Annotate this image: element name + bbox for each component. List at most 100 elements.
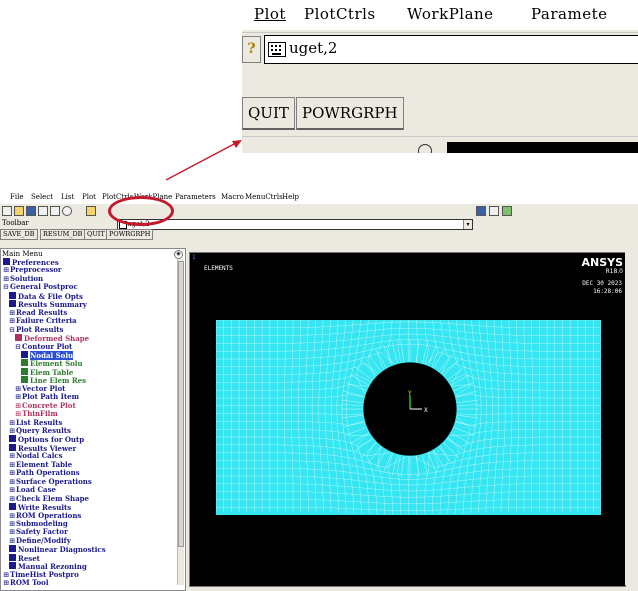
expand-icon: ⊞ <box>9 536 15 545</box>
capture-icon[interactable] <box>62 206 72 216</box>
expand-icon: ⊞ <box>3 570 9 579</box>
expand-icon: ⊞ <box>9 519 15 528</box>
finite-element-mesh <box>216 320 601 515</box>
pan-zoom-icon[interactable] <box>38 206 48 216</box>
menu-box-icon <box>9 300 16 308</box>
keyboard-icon <box>268 42 286 57</box>
menu-plot[interactable]: Plot <box>82 193 96 201</box>
menu-box-icon <box>9 503 16 511</box>
menu-help[interactable]: Help <box>282 193 299 201</box>
expand-icon: ⊞ <box>9 494 15 503</box>
main-menu-item[interactable]: ⊟Plot Results <box>9 324 64 334</box>
scrollbar-thumb[interactable] <box>178 261 184 547</box>
collapse-icon <box>418 144 432 153</box>
highlight-ring <box>108 196 174 226</box>
zoomed-inset: Plot PlotCtrls WorkPlane Paramete ? uget… <box>242 0 638 153</box>
main-menu-item-label: General Postproc <box>10 282 78 292</box>
help-icon[interactable]: ? <box>242 36 261 63</box>
menu-list[interactable]: List <box>61 193 74 201</box>
raise-hidden-icon[interactable] <box>476 206 486 216</box>
menu-menuctrls[interactable]: MenuCtrls <box>245 193 283 201</box>
zoom-menu-parameters[interactable]: Paramete <box>531 5 607 23</box>
expand-icon: ⊞ <box>9 511 15 520</box>
contact-manager-icon[interactable] <box>502 206 512 216</box>
powrgrph-button[interactable]: POWRGRPH <box>106 229 154 240</box>
menu-parameters[interactable]: Parameters <box>175 193 216 201</box>
menu-select[interactable]: Select <box>31 193 53 201</box>
icon-toolbar: uget,2 ▾ <box>0 204 638 230</box>
command-input[interactable]: uget,2 ▾ <box>117 219 473 230</box>
menu-box-icon <box>9 291 16 299</box>
menu-box-icon <box>21 350 28 358</box>
menu-file[interactable]: File <box>10 193 23 201</box>
menu-box-icon <box>21 376 28 384</box>
collapse-icon[interactable]: ◉ <box>174 250 183 259</box>
menu-box-icon <box>15 334 22 342</box>
expand-icon: ⊞ <box>9 486 15 495</box>
window-number: 1 <box>192 254 196 261</box>
print-icon[interactable] <box>50 206 60 216</box>
open-folder-icon[interactable] <box>14 206 24 216</box>
expand-icon: ⊞ <box>9 460 15 469</box>
graphics-window[interactable]: 1 ELEMENTS ANSYS R18.0 DEC 30 2023 16:28… <box>189 252 626 587</box>
pointer-arrow-icon <box>165 140 242 181</box>
collapse-icon: ⊟ <box>3 283 9 292</box>
menu-box-icon <box>9 545 16 553</box>
main-menu-item[interactable]: ⊟General Postproc <box>3 282 78 292</box>
expand-icon: ⊞ <box>3 274 9 283</box>
collapse-icon: ⊟ <box>15 342 21 351</box>
main-menu-title: Main Menu <box>2 250 43 258</box>
main-menu-item-label: ROM Tool <box>10 578 49 588</box>
menu-macro[interactable]: Macro <box>221 193 244 201</box>
release-label: R18.0 <box>605 268 623 275</box>
zoom-menu-plot[interactable]: Plot <box>254 5 286 23</box>
expand-icon: ⊞ <box>9 308 15 317</box>
expand-icon: ⊞ <box>9 418 15 427</box>
help-icon[interactable] <box>86 206 96 216</box>
expand-icon: ⊞ <box>9 317 15 326</box>
menu-box-icon <box>9 562 16 570</box>
resum-db-button[interactable]: RESUM_DB <box>40 229 86 240</box>
main-menu-item-label: Check Elem Shape <box>16 493 89 503</box>
zoom-command-row: ? uget,2 <box>242 32 638 65</box>
new-file-icon[interactable] <box>2 206 12 216</box>
expand-icon: ⊞ <box>3 579 9 588</box>
zoom-menubar: Plot PlotCtrls WorkPlane Paramete <box>242 0 638 30</box>
menu-box-icon <box>9 553 16 561</box>
main-menu-item-label: Plot Results <box>16 324 64 334</box>
save-db-button[interactable]: SAVE_DB <box>0 229 38 240</box>
expand-icon: ⊞ <box>15 393 21 402</box>
main-menu-item-label: Query Results <box>16 426 71 435</box>
plot-label: ELEMENTS <box>204 265 233 272</box>
expand-icon: ⊞ <box>9 427 15 435</box>
main-menu-item[interactable]: ⊞Define/Modify <box>9 536 71 545</box>
zoom-powrgrph-button[interactable]: POWRGRPH <box>296 97 404 130</box>
main-menu-item[interactable]: ⊟Contour Plot <box>15 342 72 351</box>
expand-icon: ⊞ <box>15 384 21 393</box>
save-icon[interactable] <box>26 206 36 216</box>
main-menu-scrollbar[interactable] <box>177 259 184 585</box>
axis-x-label: X <box>424 407 428 414</box>
axis-y-label: Y <box>408 390 412 397</box>
main-menu-item[interactable]: ⊞Query Results <box>9 426 71 436</box>
quit-button[interactable]: QUIT <box>84 229 108 240</box>
dropdown-arrow-icon[interactable]: ▾ <box>463 220 472 229</box>
zoom-graphics-edge <box>447 142 638 153</box>
plot-date: DEC 30 2023 <box>582 280 622 287</box>
menu-box-icon <box>21 359 28 367</box>
zoom-menu-plotctrls[interactable]: PlotCtrls <box>304 5 376 23</box>
reset-picking-icon[interactable] <box>489 206 499 216</box>
zoom-command-text: uget,2 <box>289 39 338 57</box>
zoom-menu-workplane[interactable]: WorkPlane <box>407 5 494 23</box>
zoom-quit-button[interactable]: QUIT <box>242 97 295 130</box>
menu-box-icon <box>9 435 16 443</box>
zoom-command-input[interactable]: uget,2 <box>264 35 638 64</box>
main-menu-panel: Main Menu ◉ Preferences ⊞Preprocessor ⊞Sol… <box>0 248 186 591</box>
main-menu-item[interactable]: ⊞Check Elem Shape <box>9 493 89 503</box>
menubar: File Select List Plot PlotCtrls WorkPlan… <box>0 191 638 204</box>
plot-time: 16:28:06 <box>593 288 622 295</box>
graphics-scrollbar[interactable] <box>625 252 633 585</box>
ansys-window: File Select List Plot PlotCtrls WorkPlan… <box>0 191 638 591</box>
main-menu-item[interactable]: ⊞ROM Tool <box>3 578 49 588</box>
expand-icon: ⊞ <box>9 477 15 486</box>
